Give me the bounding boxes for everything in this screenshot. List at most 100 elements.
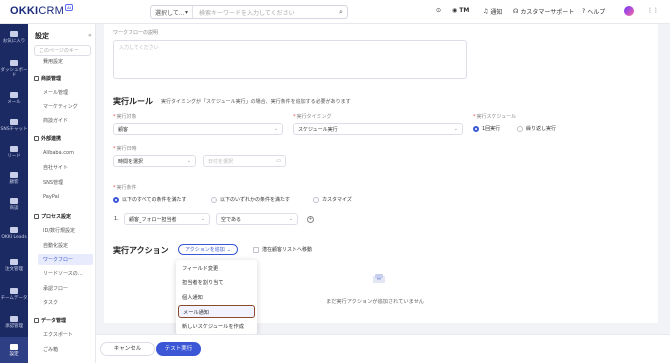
nav-link-deal-guide[interactable]: 商談ガイド — [43, 117, 68, 124]
settings-nav: 設定 « このページのキー 費用設定 商談管理 メール管理 マーケティング 商談… — [28, 24, 96, 363]
sidebar-item-customer[interactable]: 顧客 — [0, 165, 28, 191]
nav-link-cost[interactable]: 費用設定 — [43, 58, 63, 65]
link-icon — [34, 136, 39, 141]
sidebar-item-approval[interactable]: 承認管理 — [0, 309, 28, 335]
empty-actions-text: まだ実行アクションが追加されていません — [326, 299, 424, 305]
nav-group-integrations[interactable]: 外部連携 — [34, 135, 61, 142]
scrollbar[interactable] — [664, 24, 668, 324]
app-logo[interactable]: OKKICRM AI — [10, 4, 74, 17]
cond-any-radio[interactable]: 以下のいずれかの条件を満たす — [211, 196, 290, 203]
cond-index: 1. — [114, 216, 119, 222]
sidebar-item-deal[interactable]: 商談 — [0, 191, 28, 217]
search-icon[interactable]: ⌕ — [335, 8, 347, 17]
nav-link-export[interactable]: エクスポート — [43, 331, 73, 338]
folder-icon — [34, 76, 39, 81]
global-search: 選択して... ▾ 検索キーワードを入力してください ⌕ — [150, 5, 348, 19]
target-label: *実行対象 — [113, 114, 137, 120]
search-scope-select[interactable]: 選択して... ▾ — [151, 6, 193, 18]
date-picker[interactable]: 日付を選択 ▭ — [203, 155, 286, 167]
desc-textarea[interactable]: 入力してください — [113, 40, 467, 79]
settings-icon[interactable]: ⊙ — [436, 7, 441, 14]
nav-link-task[interactable]: タスク — [43, 299, 58, 306]
add-action-button[interactable]: アクションを追加 ⌄ — [178, 244, 238, 255]
nav-link-workflow[interactable]: ワークフロー — [38, 254, 93, 265]
exec-rule-title: 実行ルール — [113, 97, 153, 106]
menu-item-assign-owner[interactable]: 担当者を割り当て — [178, 276, 255, 289]
timing-select[interactable]: スケジュール実行 ⌄ — [293, 123, 463, 135]
nav-link-alibaba[interactable]: Alibaba.com — [43, 150, 74, 156]
cond-custom-radio[interactable]: カスタマイズ — [313, 196, 352, 203]
exec-rule-note: 実行タイミングが「スケジュール実行」の場合、実行条件を追加する必要があります — [161, 99, 351, 105]
test-run-button[interactable]: テスト実行 — [156, 342, 201, 356]
cancel-button[interactable]: キャンセル — [100, 342, 155, 356]
nav-link-id-rules[interactable]: ID/数行規設定 — [43, 227, 75, 234]
cond-field-select[interactable]: 顧客_フォロー担当者 ⌄ — [124, 213, 210, 225]
add-condition-icon[interactable]: + — [307, 216, 314, 223]
schedule-repeat-radio[interactable]: 繰り返し実行 — [517, 125, 556, 132]
desc-label: ワークフローの説明 — [113, 30, 159, 36]
top-bar: OKKICRM AI 選択して... ▾ 検索キーワードを入力してください ⌕ ⊙ … — [0, 0, 670, 24]
tm-menu[interactable]: ◉ TM — [452, 7, 469, 14]
help-icon: ? — [582, 8, 586, 15]
chevron-down-icon: ⌄ — [453, 126, 458, 132]
menu-item-new-schedule[interactable]: 新しいスケジュールを作成 — [178, 320, 255, 333]
empty-box-icon — [372, 273, 386, 284]
nav-link-automation[interactable]: 自動化設定 — [43, 242, 68, 249]
nav-group-process[interactable]: プロセス設定 — [34, 213, 71, 220]
mail-icon — [10, 91, 18, 98]
leads-icon — [10, 226, 18, 233]
bottom-action-bar: キャンセル テスト実行 — [96, 334, 670, 363]
sidebar-item-lead[interactable]: リード — [0, 139, 28, 165]
menu-item-field-change[interactable]: フィールド変更 — [178, 262, 255, 275]
process-icon — [34, 214, 39, 219]
search-input[interactable]: 検索キーワードを入力してください — [193, 8, 335, 17]
nav-search-input[interactable]: このページのキー — [34, 45, 91, 56]
nav-link-marketing[interactable]: マーケティング — [43, 103, 78, 110]
cond-label: *実行条件 — [113, 185, 137, 191]
help-button[interactable]: ? ヘルプ — [582, 7, 605, 16]
sidebar-item-settings[interactable]: 設定 — [0, 337, 28, 363]
sidebar-item-dashboard[interactable]: ダッシュボード — [0, 56, 28, 82]
support-button[interactable]: ☊ カスタマーサポート — [513, 7, 574, 16]
nav-link-own-site[interactable]: 自社サイト — [43, 164, 68, 171]
move-pool-checkbox[interactable]: 潜在顧客リストへ移動 — [253, 246, 312, 253]
chevron-down-icon: ⌄ — [288, 216, 293, 222]
collapse-icon[interactable]: « — [88, 32, 92, 39]
approval-icon — [10, 315, 18, 322]
sidebar-item-mail[interactable]: メール — [0, 85, 28, 111]
calendar-icon: ▭ — [276, 158, 281, 164]
nav-group-deals[interactable]: 商談管理 — [34, 75, 61, 82]
main-sidebar: お気に入り ダッシュボード メール SNSチャット リード 顧客 商談 OKKI… — [0, 24, 28, 363]
dashboard-icon — [10, 60, 18, 66]
nav-link-paypal[interactable]: PayPal — [43, 194, 59, 200]
database-icon — [34, 318, 39, 323]
avatar[interactable] — [624, 6, 634, 16]
date-label: *実行日時 — [113, 146, 137, 152]
cond-all-radio[interactable]: 以下のすべての条件を満たす — [113, 196, 186, 203]
sidebar-item-team-data[interactable]: チームデータ — [0, 281, 28, 307]
target-select[interactable]: 顧客 ⌄ — [113, 123, 283, 135]
nav-link-mail[interactable]: メール管理 — [43, 89, 68, 96]
sidebar-item-sns-chat[interactable]: SNSチャット — [0, 112, 28, 138]
exec-action-title: 実行アクション — [113, 246, 169, 255]
nav-group-data[interactable]: データ管理 — [34, 317, 66, 324]
bell-icon: ♫ — [483, 8, 489, 15]
notification-button[interactable]: ♫ 通知 — [483, 7, 502, 16]
tm-icon: ◉ — [452, 7, 458, 14]
chevron-down-icon: ⌄ — [186, 158, 191, 164]
menu-item-mail-notice[interactable]: メール通知 — [178, 305, 255, 318]
nav-link-trash[interactable]: ごみ箱 — [43, 346, 58, 353]
sidebar-item-favorites[interactable]: お気に入り — [0, 24, 28, 50]
nav-link-approval-flow[interactable]: 承認フロー — [43, 285, 68, 292]
sidebar-item-okki-leads[interactable]: OKKI Leads — [0, 220, 28, 246]
menu-item-personal-notice[interactable]: 個人通知 — [178, 291, 255, 304]
grid-menu-icon[interactable]: ⋮⋮ — [647, 7, 659, 14]
nav-link-sns[interactable]: SNS管理 — [43, 179, 63, 186]
headset-icon: ☊ — [513, 8, 519, 15]
cond-operator-select[interactable]: 空である ⌄ — [216, 213, 298, 225]
nav-link-lead-source[interactable]: リードソースの… — [43, 270, 83, 277]
sidebar-item-order[interactable]: 注文管理 — [0, 252, 28, 278]
time-select[interactable]: 時間を選択 ⌄ — [113, 155, 196, 167]
schedule-once-radio[interactable]: 1回実行 — [473, 125, 500, 132]
deal-icon — [10, 197, 18, 204]
